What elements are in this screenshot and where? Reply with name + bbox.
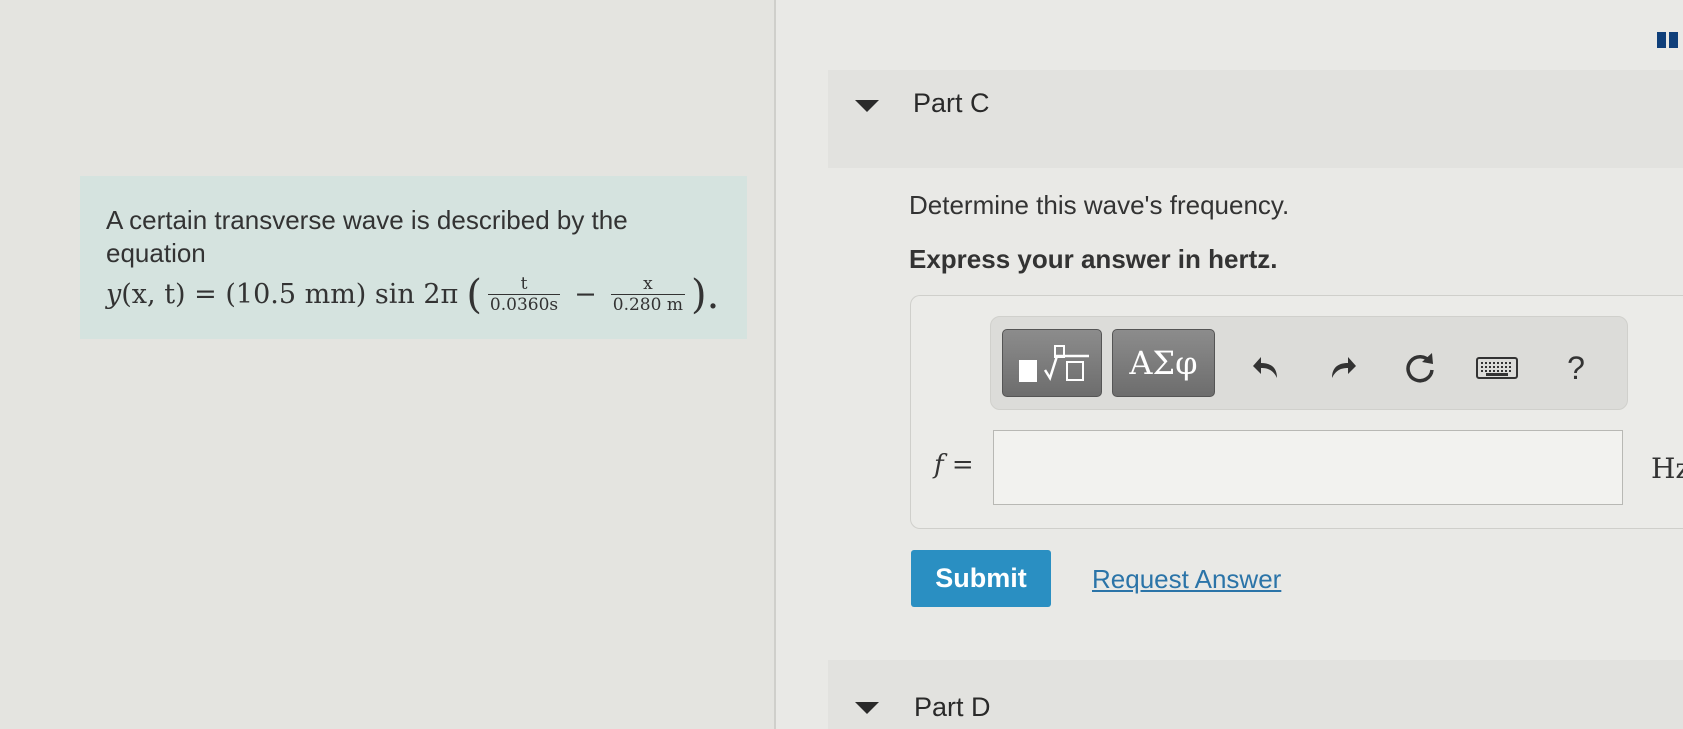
position-fraction-numerator: x	[643, 274, 653, 294]
unit-label: Hz	[1651, 452, 1683, 485]
collapse-caret-icon[interactable]	[855, 702, 879, 714]
undo-icon[interactable]	[1247, 348, 1287, 388]
equation-y: y	[106, 279, 122, 310]
equation-close-paren: ).	[690, 271, 720, 318]
greek-symbols-button[interactable]: ΑΣφ	[1112, 329, 1215, 397]
equation-lhs: (x, t) = (10.5 mm) sin 2π	[121, 279, 459, 310]
equation-minus: −	[574, 279, 597, 310]
time-fraction: t 0.0360s	[487, 274, 561, 315]
problem-pane	[0, 0, 775, 729]
templates-icon	[1019, 345, 1089, 382]
position-fraction-denominator: 0.280 m	[610, 294, 685, 315]
answer-instructions: Express your answer in hertz.	[909, 244, 1278, 274]
position-fraction: x 0.280 m	[610, 274, 685, 315]
bookmark-icon[interactable]	[1657, 32, 1683, 50]
redo-icon[interactable]	[1322, 348, 1362, 388]
part-d-title: Part D	[914, 692, 991, 722]
part-c-title: Part C	[913, 88, 990, 118]
equation-open-paren: (	[466, 271, 482, 318]
part-d-header[interactable]: Part D	[828, 660, 1683, 729]
time-fraction-numerator: t	[520, 274, 528, 294]
problem-text: A certain transverse wave is described b…	[106, 205, 628, 268]
part-c-header[interactable]: Part C	[828, 70, 1683, 168]
request-answer-link[interactable]: Request Answer	[1092, 564, 1281, 595]
collapse-caret-icon[interactable]	[855, 100, 879, 112]
question-text: Determine this wave's frequency.	[909, 190, 1290, 220]
keyboard-icon[interactable]	[1475, 348, 1519, 388]
help-button[interactable]: ?	[1556, 348, 1596, 388]
variable-label: f =	[934, 450, 974, 480]
time-fraction-denominator: 0.0360s	[487, 294, 561, 315]
wave-equation: y (x, t) = (10.5 mm) sin 2π ( t 0.0360s …	[106, 274, 721, 315]
submit-button[interactable]: Submit	[911, 550, 1051, 607]
templates-button[interactable]	[1002, 329, 1102, 397]
answer-input[interactable]	[993, 430, 1623, 505]
reset-icon[interactable]	[1400, 348, 1440, 388]
problem-statement-box: A certain transverse wave is described b…	[80, 176, 747, 339]
